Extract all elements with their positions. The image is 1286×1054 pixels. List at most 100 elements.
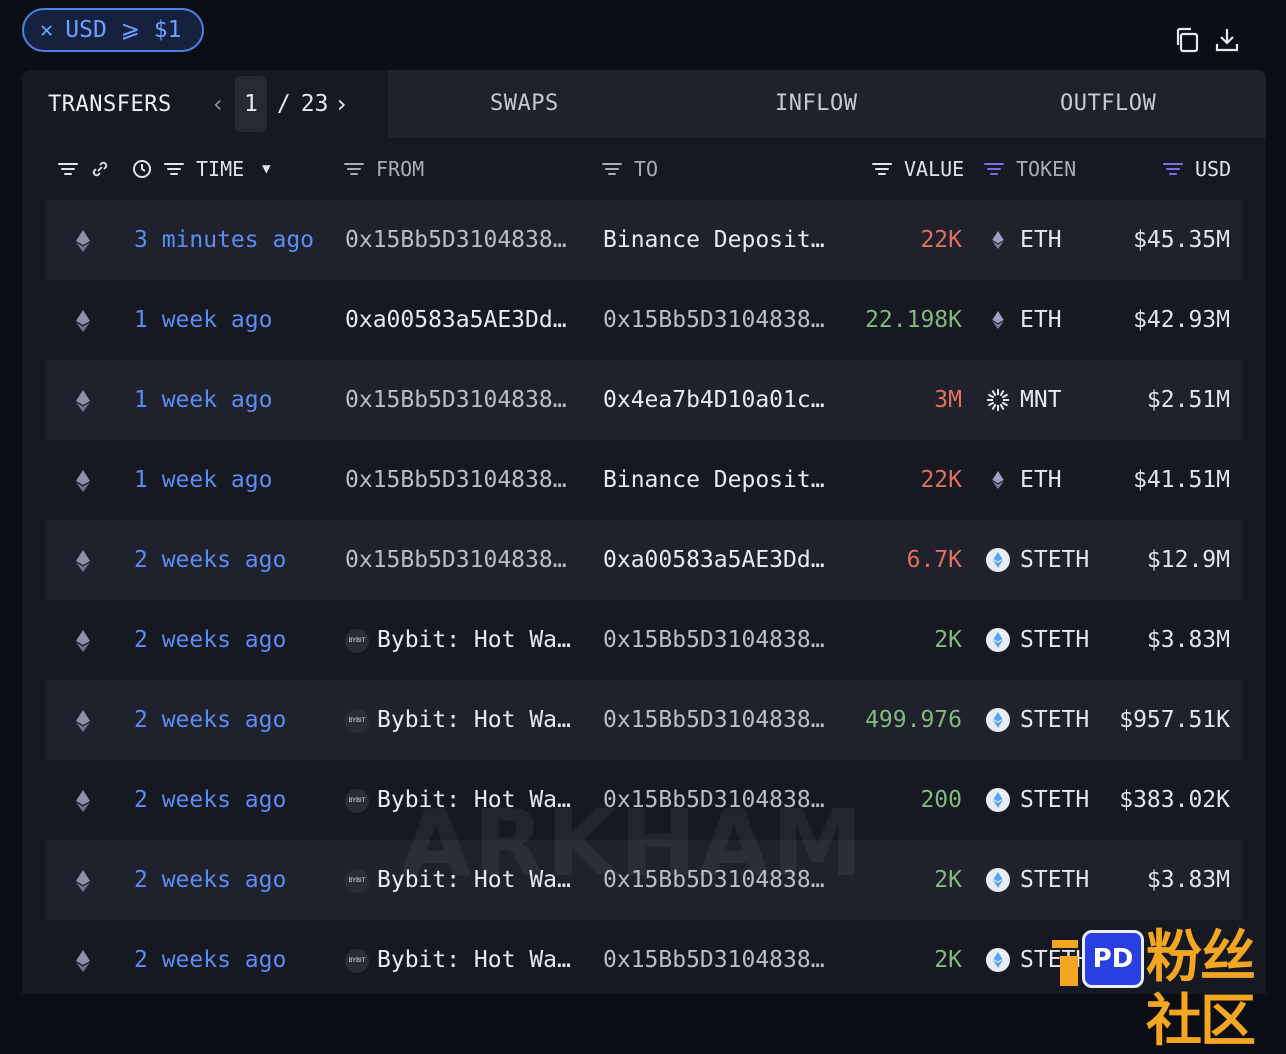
token-cell[interactable]: STETH [986,840,1089,920]
token-symbol: STETH [1020,787,1090,813]
table-row[interactable]: 2 weeks ago BYBIT Bybit: Hot Wa… 0x15Bb5D31… [46,600,1242,680]
usd-amount: $12.9M [1146,547,1230,573]
community-label: 粉丝社区 [1146,925,1256,1054]
time-link[interactable]: 2 weeks ago [134,840,286,920]
from-cell[interactable]: 0x15Bb5D3104838… [345,200,567,280]
page-current[interactable]: 1 [235,76,267,132]
caret-down-icon[interactable]: ▼ [262,161,270,177]
to-address[interactable]: 0xa00583a5AE3Dd… [603,520,825,600]
value-amount: 499.976 [865,707,962,733]
value-header-label: VALUE [904,157,965,181]
from-cell[interactable]: 0x15Bb5D3104838… [345,440,567,520]
value-amount: 2K [934,947,962,973]
from-address[interactable]: 0x15Bb5D3104838… [345,227,567,253]
to-address[interactable]: Binance Deposit… [603,440,825,520]
page-separator: / [276,91,291,117]
tab-swaps[interactable]: SWAPS [490,70,559,138]
tab-outflow[interactable]: OUTFLOW [1060,70,1156,138]
from-cell[interactable]: BYBIT Bybit: Hot Wa… [345,920,571,994]
time-link[interactable]: 2 weeks ago [134,920,286,994]
filter-icon[interactable] [872,162,892,176]
token-header-label: TOKEN [1016,157,1077,181]
time-link[interactable]: 1 week ago [134,280,272,360]
chain-filter[interactable] [58,138,110,200]
to-address[interactable]: Binance Deposit… [603,200,825,280]
filter-icon[interactable] [344,162,364,176]
from-cell[interactable]: 0x15Bb5D3104838… [345,360,567,440]
to-address[interactable]: 0x15Bb5D3104838… [603,920,825,994]
value-amount: 22.198K [865,307,962,333]
badge-decor [1060,956,1078,986]
token-symbol: STETH [1020,707,1090,733]
from-address[interactable]: 0x15Bb5D3104838… [345,547,567,573]
value-amount: 6.7K [906,547,962,573]
token-cell[interactable]: ETH [986,280,1062,360]
token-cell[interactable]: STETH [986,600,1089,680]
chevron-left-icon[interactable]: ‹ [205,90,231,118]
to-address[interactable]: 0x4ea7b4D10a01c… [603,360,825,440]
time-header[interactable]: TIME ▼ [132,138,271,200]
to-header-label: TO [634,157,659,181]
usd-filter-chip[interactable]: ✕ USD ⩾ $1 [22,8,204,52]
from-cell[interactable]: 0x15Bb5D3104838… [345,520,567,600]
to-address[interactable]: 0x15Bb5D3104838… [603,280,825,360]
table-row[interactable]: 1 week ago 0x15Bb5D3104838… 0x4ea7b4D10a01… [46,360,1242,440]
close-icon[interactable]: ✕ [40,18,53,43]
table-row[interactable]: 1 week ago 0xa00583a5AE3Dd… 0x15Bb5D310483… [46,280,1242,360]
time-link[interactable]: 1 week ago [134,360,272,440]
table-row[interactable]: 2 weeks ago BYBIT Bybit: Hot Wa… 0x15Bb5D31… [46,680,1242,760]
table-header: TIME ▼ FROM TO VALUE TOKEN USD [22,138,1266,200]
time-header-label: TIME [196,157,245,181]
from-cell[interactable]: BYBIT Bybit: Hot Wa… [345,600,571,680]
token-cell[interactable]: ETH [986,440,1062,520]
token-cell[interactable]: STETH [986,680,1089,760]
value-amount: 22K [920,467,962,493]
token-cell[interactable]: STETH [986,520,1089,600]
time-link[interactable]: 3 minutes ago [134,200,314,280]
from-address[interactable]: Bybit: Hot Wa… [377,627,571,653]
token-icon [986,948,1010,972]
filter-icon[interactable] [984,162,1004,176]
copy-icon[interactable] [1174,26,1200,54]
token-header[interactable]: TOKEN [984,138,1076,200]
from-address[interactable]: 0xa00583a5AE3Dd… [345,307,567,333]
from-cell[interactable]: 0xa00583a5AE3Dd… [345,280,567,360]
to-header[interactable]: TO [602,138,658,200]
time-link[interactable]: 2 weeks ago [134,600,286,680]
usd-amount: $3.83M [1146,627,1230,653]
token-icon [986,468,1010,492]
from-address[interactable]: Bybit: Hot Wa… [377,947,571,973]
token-cell[interactable]: MNT [986,360,1062,440]
from-address[interactable]: 0x15Bb5D3104838… [345,387,567,413]
table-row[interactable]: 3 minutes ago 0x15Bb5D3104838… Binance Dep… [46,200,1242,280]
value-header[interactable]: VALUE [872,138,964,200]
ethereum-chain-icon [76,840,90,920]
table-row[interactable]: 1 week ago 0x15Bb5D3104838… Binance Deposi… [46,440,1242,520]
link-icon[interactable] [90,159,110,179]
table-row[interactable]: 2 weeks ago 0x15Bb5D3104838… 0xa00583a5AE3… [46,520,1242,600]
download-icon[interactable] [1214,26,1240,54]
community-logo: PD [1082,930,1144,988]
token-cell[interactable]: STETH [986,760,1089,840]
to-address[interactable]: 0x15Bb5D3104838… [603,680,825,760]
filter-icon[interactable] [1163,162,1183,176]
usd-amount: $3.83M [1146,867,1230,893]
filter-icon[interactable] [602,162,622,176]
time-link[interactable]: 2 weeks ago [134,760,286,840]
token-icon [986,548,1010,572]
from-cell[interactable]: BYBIT Bybit: Hot Wa… [345,680,571,760]
to-address[interactable]: 0x15Bb5D3104838… [603,600,825,680]
time-link[interactable]: 2 weeks ago [134,520,286,600]
from-address[interactable]: 0x15Bb5D3104838… [345,467,567,493]
filter-icon[interactable] [164,162,184,176]
from-header[interactable]: FROM [344,138,424,200]
token-cell[interactable]: ETH [986,200,1062,280]
chevron-right-icon[interactable]: › [328,90,354,118]
usd-header[interactable]: USD [1163,138,1231,200]
time-link[interactable]: 2 weeks ago [134,680,286,760]
tab-inflow[interactable]: INFLOW [775,70,857,138]
ethereum-chain-icon [76,280,90,360]
time-link[interactable]: 1 week ago [134,440,272,520]
from-address[interactable]: Bybit: Hot Wa… [377,707,571,733]
filter-icon[interactable] [58,162,78,176]
